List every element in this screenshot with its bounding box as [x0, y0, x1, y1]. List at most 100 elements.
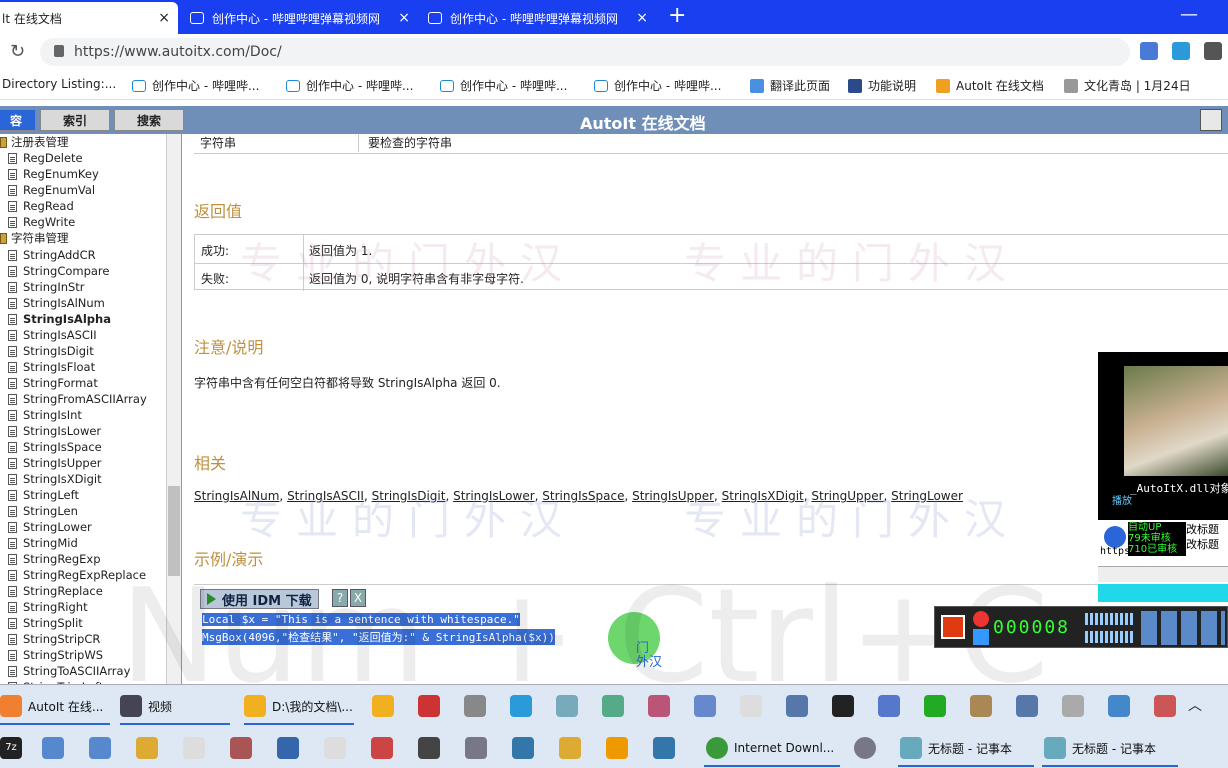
taskbar-app-icon[interactable] [878, 695, 900, 717]
url-text[interactable]: https://www.autoitx.com/Doc/ [74, 44, 282, 60]
bookmark-autoit-docs[interactable]: AutoIt 在线文档 [936, 77, 1044, 94]
minimize-button[interactable]: — [1180, 4, 1198, 25]
record-stop-button[interactable] [941, 615, 965, 639]
tree-item-stringislower[interactable]: StringIsLower [8, 423, 101, 439]
tree-item-stringlower[interactable]: StringLower [8, 519, 92, 535]
print-icon[interactable] [1200, 109, 1222, 131]
reload-icon[interactable]: ↻ [10, 41, 25, 62]
tree-item-stringisalpha[interactable]: StringIsAlpha [8, 311, 111, 327]
close-icon[interactable]: × [398, 10, 410, 26]
taskbar-app-icon[interactable] [183, 737, 205, 759]
taskbar-app-icon[interactable] [42, 737, 64, 759]
tree-item-stringsplit[interactable]: StringSplit [8, 615, 83, 631]
tree-category-registry[interactable]: 注册表管理 [0, 134, 69, 150]
tree-item-stringright[interactable]: StringRight [8, 599, 88, 615]
tab-contents[interactable]: 容 [0, 109, 36, 131]
tree-item-stringisalnum[interactable]: StringIsAlNum [8, 295, 105, 311]
tree-item-stringisfloat[interactable]: StringIsFloat [8, 359, 95, 375]
task-video[interactable]: 视频 [120, 691, 172, 721]
task-notepad-2[interactable]: 无标题 - 记事本 [1044, 733, 1156, 763]
taskbar-app-icon[interactable] [786, 695, 808, 717]
taskbar-app-icon[interactable] [418, 737, 440, 759]
taskbar-app-icon[interactable] [1016, 695, 1038, 717]
bookmark-bilibili-3[interactable]: 创作中心 - 哔哩哔... [440, 77, 567, 94]
tab-index[interactable]: 索引 [40, 109, 110, 131]
tree-item-regwrite[interactable]: RegWrite [8, 214, 75, 230]
tree-item-stringisxdigit[interactable]: StringIsXDigit [8, 471, 102, 487]
video-preview[interactable]: _AutoItX.dll对象 播放 https 自动UP 79未审核 710已审… [1098, 352, 1228, 602]
taskbar-app-icon[interactable] [510, 695, 532, 717]
taskbar-app-icon[interactable] [602, 695, 624, 717]
taskbar-app-icon[interactable] [464, 695, 486, 717]
tab-bilibili-1[interactable]: 创作中心 - 哔哩哔哩弹幕视频网 × [182, 2, 418, 34]
tree-item-stringtoasciiarray[interactable]: StringToASCIIArray [8, 663, 130, 679]
taskbar-app-icon[interactable] [277, 737, 299, 759]
taskbar-app-icon[interactable] [694, 695, 716, 717]
tree-category-string[interactable]: 字符串管理 [0, 230, 69, 246]
bookmark-culture-qingdao[interactable]: 文化青岛 | 1月24日 [1064, 77, 1191, 94]
task-internet-download-manager[interactable]: Internet Downl... [706, 733, 834, 763]
task-notepad-1[interactable]: 无标题 - 记事本 [900, 733, 1012, 763]
tree-item-stringisint[interactable]: StringIsInt [8, 407, 82, 423]
tree-item-stringcompare[interactable]: StringCompare [8, 263, 110, 279]
tree-item-stringisspace[interactable]: StringIsSpace [8, 439, 102, 455]
taskbar-app-icon[interactable] [924, 695, 946, 717]
taskbar-app-icon[interactable] [465, 737, 487, 759]
tree-item-stringinstr[interactable]: StringInStr [8, 279, 85, 295]
taskbar-app-icon[interactable] [418, 695, 440, 717]
bookmark-bilibili-1[interactable]: 创作中心 - 哔哩哔... [132, 77, 259, 94]
taskbar-app-icon[interactable] [512, 737, 534, 759]
translate-2-extension-icon[interactable] [1172, 42, 1190, 60]
video-scrollbar[interactable] [1098, 566, 1228, 582]
taskbar-app-icon[interactable] [606, 737, 628, 759]
taskbar-app-icon[interactable] [372, 695, 394, 717]
bookmark-function-desc[interactable]: 功能说明 [848, 77, 916, 94]
bookmark-bilibili-4[interactable]: 创作中心 - 哔哩哔... [594, 77, 721, 94]
task-7zip[interactable]: 7z [0, 733, 28, 763]
taskbar-app-icon[interactable] [1062, 695, 1084, 717]
taskbar-app-icon[interactable] [970, 695, 992, 717]
tree-item-stringreplace[interactable]: StringReplace [8, 583, 103, 599]
close-icon[interactable]: × [636, 10, 648, 26]
new-tab-button[interactable]: + [668, 4, 686, 28]
tree-item-stringleft[interactable]: StringLeft [8, 487, 79, 503]
taskbar-app-icon[interactable] [832, 695, 854, 717]
pause-icon[interactable] [973, 629, 989, 645]
taskbar-app-icon[interactable] [324, 737, 346, 759]
pause-icon[interactable] [1104, 526, 1126, 548]
rename-button[interactable]: 改标题 [1186, 522, 1228, 537]
tree-item-regenumval[interactable]: RegEnumVal [8, 182, 95, 198]
puzzle-extension-icon[interactable] [1204, 42, 1222, 60]
tree-item-regread[interactable]: RegRead [8, 198, 74, 214]
bookmark-bilibili-2[interactable]: 创作中心 - 哔哩哔... [286, 77, 413, 94]
tab-autoit-docs[interactable]: lt 在线文档 × [0, 2, 178, 34]
url-bar[interactable]: https://www.autoitx.com/Doc/ ★ [40, 38, 1154, 66]
taskbar-app-icon[interactable] [556, 695, 578, 717]
taskbar-app-icon[interactable] [648, 695, 670, 717]
tab-bilibili-2[interactable]: 创作中心 - 哔哩哔哩弹幕视频网 × [420, 2, 656, 34]
bookmark-translate[interactable]: 翻译此页面 [750, 77, 830, 94]
tree-item-stringisascii[interactable]: StringIsASCII [8, 327, 97, 343]
taskbar-app-icon[interactable] [230, 737, 252, 759]
alarm-icon[interactable] [973, 611, 989, 627]
tree-item-stringisdigit[interactable]: StringIsDigit [8, 343, 94, 359]
task-autoit-docs[interactable]: AutoIt 在线... [0, 691, 103, 721]
tree-item-regenumkey[interactable]: RegEnumKey [8, 166, 99, 182]
taskbar-app-icon[interactable] [653, 737, 675, 759]
task-app-icon[interactable] [854, 733, 882, 763]
close-icon[interactable]: × [158, 10, 170, 26]
tree-item-stringaddcr[interactable]: StringAddCR [8, 247, 96, 263]
taskbar-app-icon[interactable] [740, 695, 762, 717]
tree-item-stringmid[interactable]: StringMid [8, 535, 78, 551]
taskbar-app-icon[interactable] [559, 737, 581, 759]
tree-item-stringformat[interactable]: StringFormat [8, 375, 98, 391]
tree-item-stringstripcr[interactable]: StringStripCR [8, 631, 100, 647]
translate-extension-icon[interactable] [1140, 42, 1158, 60]
recorder-tools[interactable] [1141, 611, 1225, 645]
tree-item-stringregexp[interactable]: StringRegExp [8, 551, 101, 567]
task-my-documents[interactable]: D:\我的文档\... [244, 691, 353, 721]
chevron-up-icon[interactable]: ︿ [1188, 695, 1202, 715]
tree-item-stringisupper[interactable]: StringIsUpper [8, 455, 102, 471]
tab-search[interactable]: 搜索 [114, 109, 184, 131]
tree-item-stringstripws[interactable]: StringStripWS [8, 647, 103, 663]
